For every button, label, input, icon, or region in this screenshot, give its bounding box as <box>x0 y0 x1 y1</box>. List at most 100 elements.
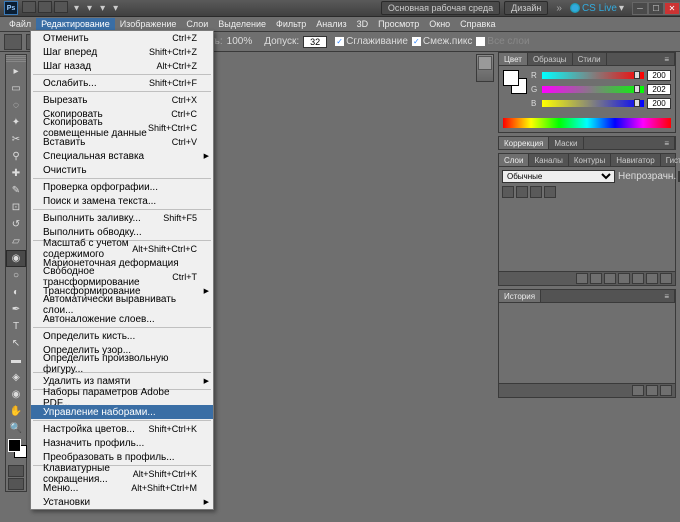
slider-b[interactable] <box>542 100 644 107</box>
smooth-checkbox[interactable]: ✓ <box>335 37 344 46</box>
menu-item[interactable]: Клавиатурные сокращения...Alt+Shift+Ctrl… <box>31 467 213 481</box>
snapshot-icon[interactable] <box>632 385 644 396</box>
color-swatches[interactable] <box>8 439 24 463</box>
menu-item[interactable]: Ослабить...Shift+Ctrl+F <box>31 76 213 90</box>
menu-item[interactable]: Специальная вставка▶ <box>31 149 213 163</box>
tool-stamp[interactable]: ⊡ <box>6 199 26 216</box>
tab-histogram[interactable]: Гистограмма <box>661 154 680 166</box>
menu-item[interactable]: Выполнить заливку...Shift+F5 <box>31 211 213 225</box>
slider-r[interactable] <box>542 72 644 79</box>
menu-layer[interactable]: Слои <box>181 18 213 30</box>
menu-item[interactable]: Наборы параметров Adobe PDF... <box>31 391 213 405</box>
tolerance-input[interactable] <box>303 36 327 48</box>
tool-bucket[interactable]: ◉ <box>6 250 26 267</box>
menu-edit[interactable]: Редактирование <box>36 18 115 30</box>
window-close[interactable]: ✕ <box>664 2 680 15</box>
tool-move[interactable]: ▸ <box>6 63 26 80</box>
lock-all-icon[interactable] <box>530 186 542 198</box>
lock-pos-icon[interactable] <box>516 186 528 198</box>
menu-item[interactable]: Управление наборами... <box>31 405 213 419</box>
menu-3d[interactable]: 3D <box>352 18 374 30</box>
group-icon[interactable] <box>632 273 644 284</box>
menu-item[interactable]: Настройка цветов...Shift+Ctrl+K <box>31 422 213 436</box>
tool-hand[interactable]: ✋ <box>6 403 26 420</box>
tab-history[interactable]: История <box>499 290 541 302</box>
val-r[interactable]: 200 <box>647 70 671 81</box>
menu-filter[interactable]: Фильтр <box>271 18 311 30</box>
panel-menu-icon[interactable]: ≡ <box>659 137 675 149</box>
menu-item[interactable]: ВставитьCtrl+V <box>31 135 213 149</box>
tool-3d[interactable]: ◈ <box>6 369 26 386</box>
menu-item[interactable]: ОтменитьCtrl+Z <box>31 31 213 45</box>
screenmode[interactable] <box>8 478 24 490</box>
tool-pen[interactable]: ✒ <box>6 301 26 318</box>
tool-blur[interactable]: ○ <box>6 267 26 284</box>
tool-path[interactable]: ↖ <box>6 335 26 352</box>
tool-zoom[interactable]: 🔍 <box>6 420 26 437</box>
panel-menu-icon[interactable]: ≡ <box>659 290 675 302</box>
trash-icon[interactable] <box>660 385 672 396</box>
tool-dodge[interactable]: ◐ <box>6 284 26 301</box>
tool-crop[interactable]: ✂ <box>6 131 26 148</box>
collapsed-panel-strip[interactable] <box>476 54 494 82</box>
trash-icon[interactable] <box>660 273 672 284</box>
menu-item[interactable]: Поиск и замена текста... <box>31 194 213 208</box>
adj-icon[interactable] <box>618 273 630 284</box>
lock-fill-icon[interactable] <box>544 186 556 198</box>
val-g[interactable]: 202 <box>647 84 671 95</box>
menu-select[interactable]: Выделение <box>213 18 271 30</box>
fx-icon[interactable] <box>590 273 602 284</box>
color-preview[interactable] <box>503 70 527 112</box>
workspace-design[interactable]: Дизайн <box>504 1 548 15</box>
menu-item[interactable]: Масштаб с учетом содержимогоAlt+Shift+Ct… <box>31 242 213 256</box>
blend-mode-select[interactable]: Обычные <box>502 170 615 183</box>
menu-item[interactable]: Выполнить обводку... <box>31 225 213 239</box>
menu-item[interactable]: Шаг впередShift+Ctrl+Z <box>31 45 213 59</box>
menu-item[interactable]: Установки▶ <box>31 495 213 509</box>
menu-item[interactable]: ВырезатьCtrl+X <box>31 93 213 107</box>
menu-item[interactable]: Проверка орфографии... <box>31 180 213 194</box>
tab-swatches[interactable]: Образцы <box>528 53 573 65</box>
spectrum-bar[interactable] <box>503 118 671 128</box>
menu-item[interactable]: Свободное трансформированиеCtrl+T <box>31 270 213 284</box>
menu-image[interactable]: Изображение <box>115 18 182 30</box>
quickmask[interactable] <box>8 465 24 477</box>
mask-icon[interactable] <box>604 273 616 284</box>
panel-menu-icon[interactable]: ≡ <box>659 53 675 65</box>
menu-item[interactable]: Автоматически выравнивать слои... <box>31 298 213 312</box>
tab-adjustments[interactable]: Коррекция <box>499 137 549 149</box>
tool-history-brush[interactable]: ↺ <box>6 216 26 233</box>
new-icon[interactable] <box>646 273 658 284</box>
menu-item[interactable]: Назначить профиль... <box>31 436 213 450</box>
tool-type[interactable]: T <box>6 318 26 335</box>
link-icon[interactable] <box>576 273 588 284</box>
menu-item[interactable]: Скопировать совмещенные данныеShift+Ctrl… <box>31 121 213 135</box>
menu-analysis[interactable]: Анализ <box>311 18 351 30</box>
panel-grip[interactable] <box>6 55 26 63</box>
tab-styles[interactable]: Стили <box>573 53 607 65</box>
menu-item[interactable]: Шаг назадAlt+Ctrl+Z <box>31 59 213 73</box>
tool-heal[interactable]: ✚ <box>6 165 26 182</box>
tab-channels[interactable]: Каналы <box>529 154 568 166</box>
tool-wand[interactable]: ✦ <box>6 114 26 131</box>
chevrons-icon[interactable]: » <box>556 3 562 14</box>
alllayers-checkbox[interactable]: ✓ <box>476 37 485 46</box>
menu-item[interactable]: Меню...Alt+Shift+Ctrl+M <box>31 481 213 495</box>
tool-eraser[interactable]: ▱ <box>6 233 26 250</box>
contiguous-checkbox[interactable]: ✓ <box>412 37 421 46</box>
menu-item[interactable]: Преобразовать в профиль... <box>31 450 213 464</box>
menu-help[interactable]: Справка <box>455 18 500 30</box>
tool-eyedropper[interactable]: ⚲ <box>6 148 26 165</box>
val-b[interactable]: 200 <box>647 98 671 109</box>
tool-lasso[interactable]: ◌ <box>6 97 26 114</box>
menu-item[interactable]: Определить произвольную фигуру... <box>31 357 213 371</box>
menu-file[interactable]: Файл <box>4 18 36 30</box>
tool-preset[interactable] <box>4 34 22 50</box>
menu-item[interactable]: Автоналожение слоев... <box>31 312 213 326</box>
menu-item[interactable]: Очистить <box>31 163 213 177</box>
cslive-button[interactable]: CS Live▾ <box>570 3 624 14</box>
slider-g[interactable] <box>542 86 644 93</box>
tool-shape[interactable]: ▬ <box>6 352 26 369</box>
menu-item[interactable]: Удалить из памяти▶ <box>31 374 213 388</box>
window-maximize[interactable]: ☐ <box>648 2 664 15</box>
